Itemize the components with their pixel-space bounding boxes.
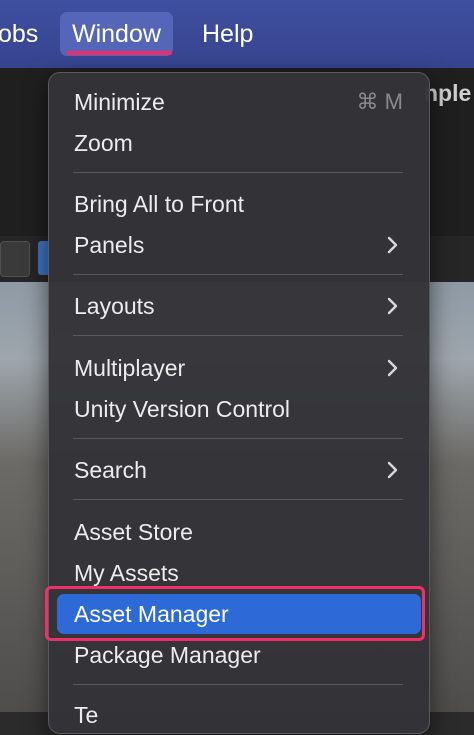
menu-item-package-manager[interactable]: Package Manager: [57, 635, 421, 675]
menu-separator: [73, 274, 403, 275]
menu-separator: [73, 499, 403, 500]
menu-item-search[interactable]: Search: [57, 450, 421, 490]
menu-item-label: Search: [74, 457, 147, 483]
shortcut-label: ⌘ M: [356, 89, 403, 114]
menu-item-zoom[interactable]: Zoom: [57, 123, 421, 163]
menu-item-asset-store[interactable]: Asset Store: [57, 512, 421, 552]
menu-item-label: Unity Version Control: [74, 396, 291, 422]
menu-separator: [73, 438, 403, 439]
menu-item-minimize[interactable]: Minimize ⌘ M: [57, 82, 421, 122]
menu-item-partial[interactable]: Te: [57, 695, 421, 735]
menu-separator: [73, 172, 403, 173]
menu-item-layouts[interactable]: Layouts: [57, 286, 421, 326]
menu-item-label: Panels: [74, 232, 145, 258]
menu-item-unity-version-control[interactable]: Unity Version Control: [57, 389, 421, 429]
menu-item-multiplayer[interactable]: Multiplayer: [57, 348, 421, 388]
menu-item-bring-all-to-front[interactable]: Bring All to Front: [57, 184, 421, 224]
chevron-right-icon: [387, 236, 398, 254]
menu-item-label: Bring All to Front: [74, 191, 245, 217]
macos-menu-bar: obs Window Help: [0, 0, 474, 68]
menubar-item-help[interactable]: Help: [190, 12, 265, 56]
menubar-item-window[interactable]: Window: [60, 12, 173, 56]
menu-item-label: Asset Store: [74, 519, 193, 545]
chevron-right-icon: [387, 461, 398, 479]
chevron-right-icon: [387, 297, 398, 315]
menu-item-label: Te: [74, 702, 99, 728]
menu-item-label: Multiplayer: [74, 355, 186, 381]
menu-item-label: Zoom: [74, 130, 133, 156]
editor-title-fragment: nple: [424, 80, 472, 106]
chevron-right-icon: [387, 359, 398, 377]
menu-item-label: Package Manager: [74, 642, 261, 668]
menu-item-label: Minimize: [74, 89, 165, 115]
asset-manager-highlight-annotation: [45, 586, 425, 641]
menu-item-panels[interactable]: Panels: [57, 225, 421, 265]
window-underline-annotation: [66, 51, 172, 55]
menubar-item-prefabs[interactable]: obs: [0, 12, 50, 56]
menu-separator: [73, 335, 403, 336]
menu-item-label: Layouts: [74, 293, 155, 319]
toolbar-field[interactable]: [0, 241, 30, 277]
menu-separator: [73, 684, 403, 685]
